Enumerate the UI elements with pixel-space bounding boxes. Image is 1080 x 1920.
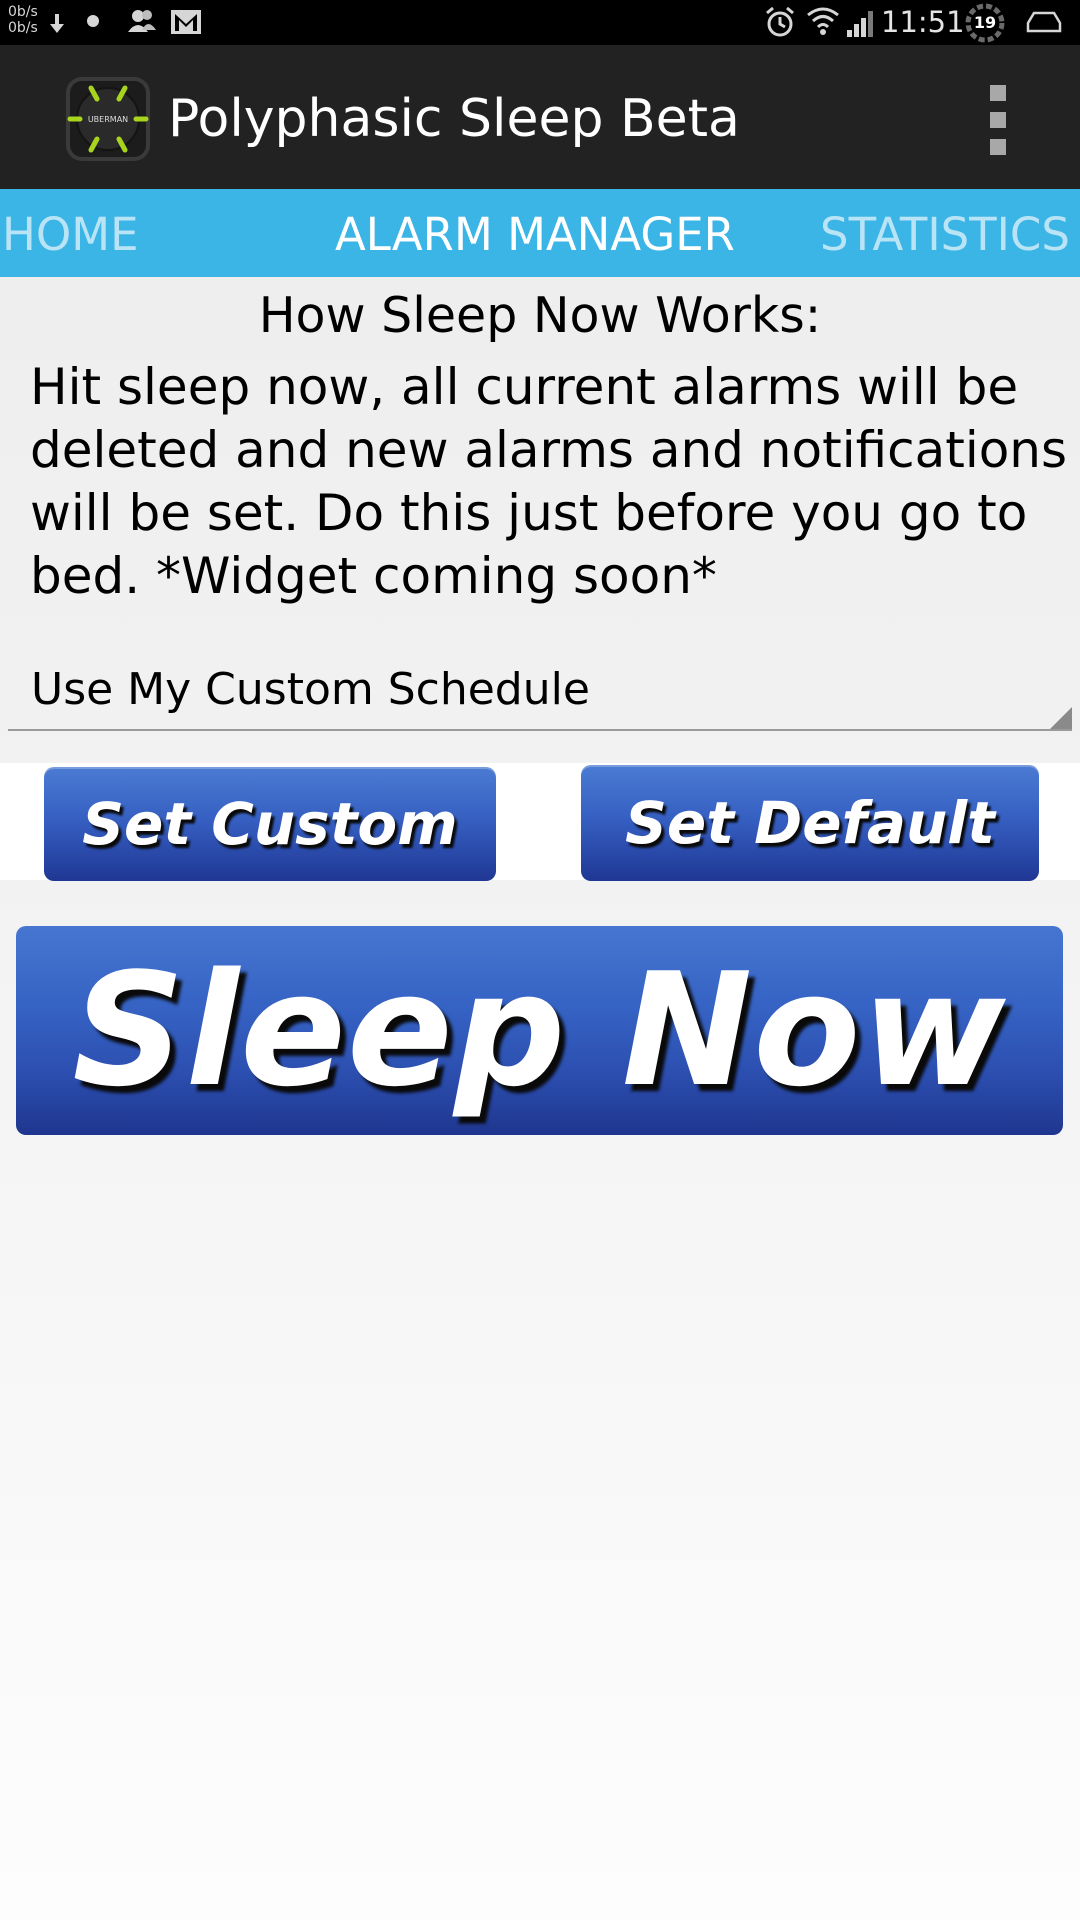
download-speed: 0b/s	[8, 20, 38, 36]
upload-speed: 0b/s	[8, 4, 38, 20]
download-icon	[50, 14, 64, 33]
cast-icon	[1026, 11, 1062, 33]
status-bar: 0b/s 0b/s 11:51 19	[0, 0, 1080, 45]
app-title: Polyphasic Sleep Beta	[168, 89, 740, 149]
spinner-dropdown-icon	[1050, 707, 1072, 729]
menu-dot	[990, 139, 1006, 155]
wifi-icon	[807, 7, 839, 35]
sleep-now-button[interactable]: Sleep Now	[16, 926, 1063, 1135]
app-screen: 0b/s 0b/s 11:51 19 UBERMAN Polyphasic Sl…	[0, 0, 1080, 1920]
overflow-menu-icon[interactable]	[978, 85, 1018, 155]
set-default-button[interactable]: Set Default	[581, 765, 1039, 881]
battery-level: 19	[973, 13, 997, 32]
tab-home[interactable]: HOME	[2, 189, 139, 277]
alarm-icon	[766, 6, 794, 37]
action-bar: UBERMAN Polyphasic Sleep Beta	[0, 45, 1080, 189]
clock: 11:51	[881, 5, 965, 39]
tab-statistics[interactable]: STATISTICS	[820, 189, 1070, 277]
app-logo-text: UBERMAN	[88, 115, 128, 124]
app-logo-icon[interactable]: UBERMAN	[64, 75, 152, 163]
tab-strip: HOME ALARM MANAGER STATISTICS	[0, 189, 1080, 277]
set-custom-button[interactable]: Set Custom	[44, 767, 496, 881]
button-row: Set Custom Set Default	[0, 763, 1080, 881]
network-speed: 0b/s 0b/s	[8, 4, 48, 36]
signal-icon	[847, 11, 873, 37]
description-text: Hit sleep now, all current alarms will b…	[30, 358, 1068, 605]
contacts-icon	[128, 10, 156, 32]
battery-icon: 19	[965, 3, 1005, 43]
menu-dot	[990, 85, 1006, 101]
schedule-spinner-value: Use My Custom Schedule	[31, 664, 590, 715]
dot-icon	[87, 15, 99, 27]
section-heading: How Sleep Now Works:	[258, 287, 822, 344]
gmail-icon	[171, 10, 201, 34]
schedule-spinner[interactable]: Use My Custom Schedule	[8, 655, 1072, 731]
tab-alarm-manager[interactable]: ALARM MANAGER	[335, 189, 735, 277]
menu-dot	[990, 112, 1006, 128]
